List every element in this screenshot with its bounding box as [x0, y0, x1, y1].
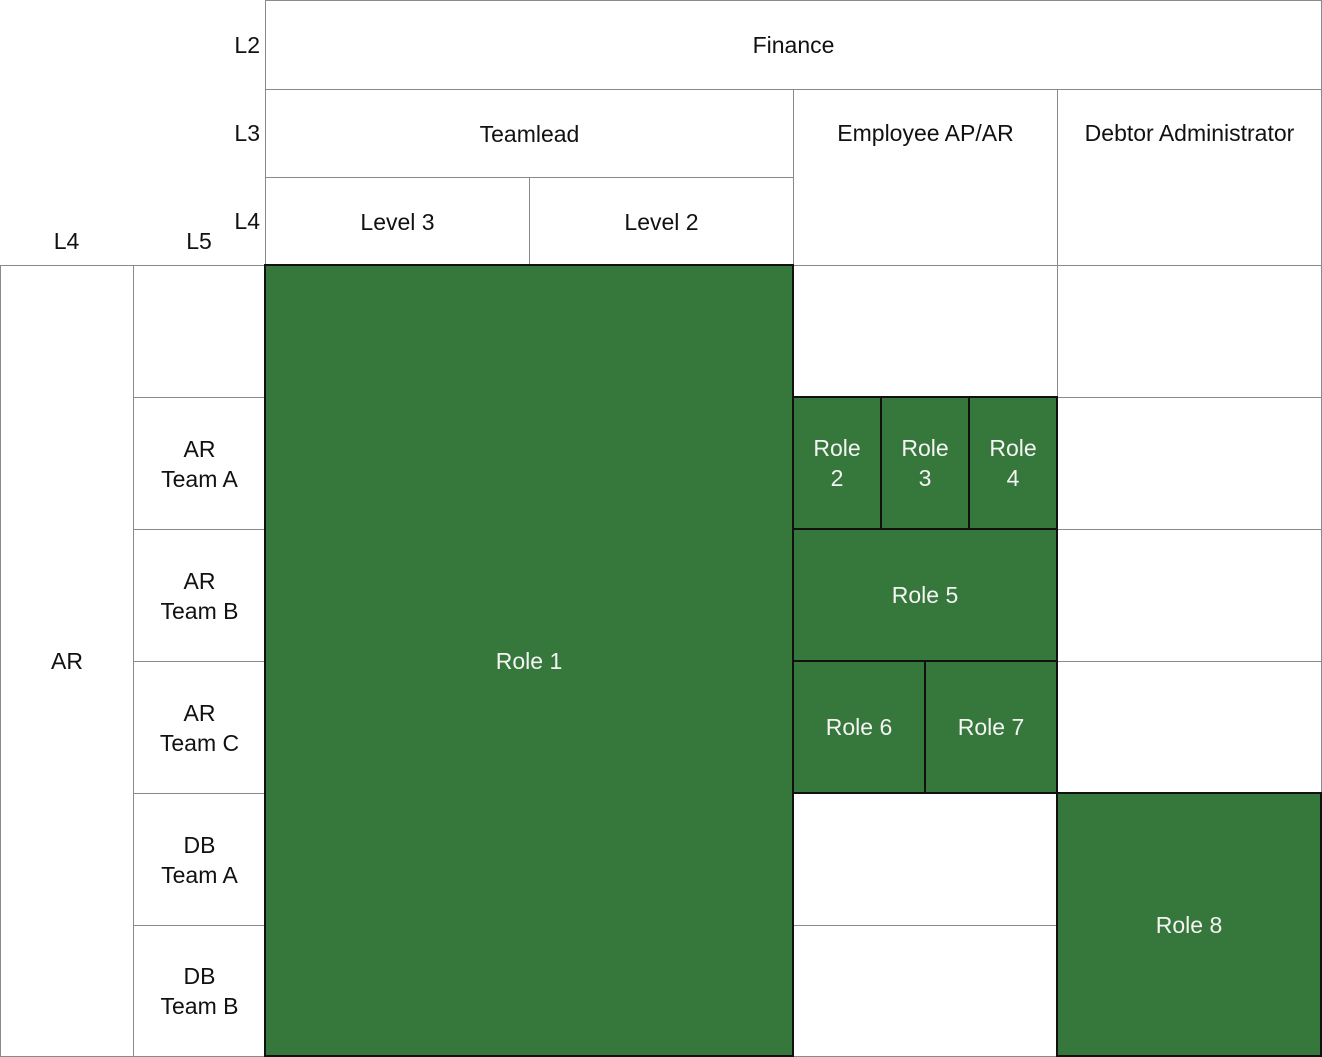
role-4-block[interactable]: Role 4 — [968, 396, 1058, 530]
column-header-level-3: Level 3 — [265, 177, 530, 266]
row-header-ar: AR — [0, 265, 134, 1057]
role-7-block[interactable]: Role 7 — [924, 660, 1058, 794]
row-header-ar-team-a: AR Team A — [133, 397, 266, 530]
level-label-l3: L3 — [234, 120, 260, 146]
empty-cell — [1057, 661, 1322, 794]
column-header-level-2: Level 2 — [529, 177, 794, 266]
empty-cell — [1057, 397, 1322, 530]
level-label-l4-side: L4 — [53, 228, 80, 254]
row-header-ar-team-c: AR Team C — [133, 661, 266, 794]
empty-cell — [1057, 529, 1322, 662]
column-header-teamlead: Teamlead — [265, 89, 794, 178]
role-3-block[interactable]: Role 3 — [880, 396, 970, 530]
level-label-l5-side: L5 — [186, 228, 212, 254]
role-6-block[interactable]: Role 6 — [792, 660, 926, 794]
column-header-finance: Finance — [265, 0, 1322, 90]
role-1-block[interactable]: Role 1 — [264, 264, 794, 1057]
role-2-block[interactable]: Role 2 — [792, 396, 882, 530]
row-header-ar-team-b: AR Team B — [133, 529, 266, 662]
level-label-l2: L2 — [234, 31, 260, 58]
empty-cell — [793, 793, 1058, 926]
column-header-employee-ap-ar: Employee AP/AR — [793, 89, 1058, 266]
role-5-block[interactable]: Role 5 — [792, 528, 1058, 662]
row-header-db-team-a: DB Team A — [133, 793, 266, 926]
role-8-block[interactable]: Role 8 — [1056, 792, 1322, 1057]
empty-cell — [1057, 265, 1322, 398]
empty-cell — [793, 265, 1058, 398]
row-header-db-team-b: DB Team B — [133, 925, 266, 1057]
empty-cell — [793, 925, 1058, 1057]
column-header-debtor-administrator: Debtor Administrator — [1057, 89, 1322, 266]
